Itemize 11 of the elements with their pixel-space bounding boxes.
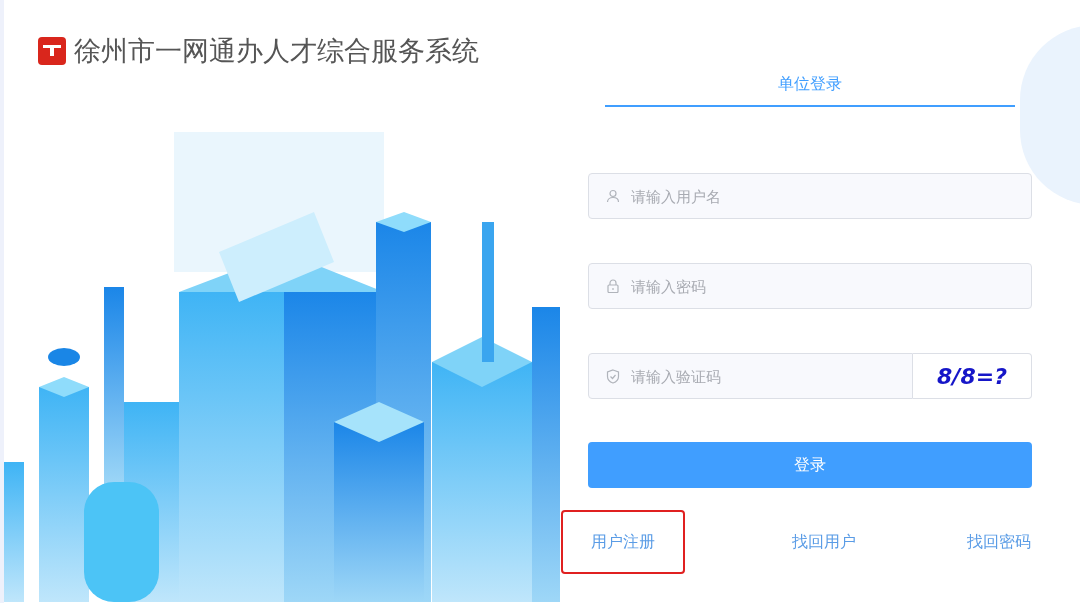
login-tab[interactable]: 单位登录 — [605, 72, 1015, 107]
login-button[interactable]: 登录 — [588, 442, 1032, 488]
input-field[interactable]: 请输入验证码 — [588, 353, 913, 399]
recover-password-link[interactable]: 找回密码 — [963, 510, 1035, 574]
input-field[interactable]: 请输入用户名 — [588, 173, 1032, 219]
input-field[interactable]: 请输入密码 — [588, 263, 1032, 309]
recover-user-link[interactable]: 找回用户 — [788, 510, 860, 574]
system-title: 徐州市一网通办人才综合服务系统 — [74, 35, 479, 68]
register-link[interactable]: 用户注册 — [561, 510, 685, 574]
captcha-image[interactable]: 8/8=? — [913, 353, 1032, 399]
logo-icon — [38, 37, 66, 66]
